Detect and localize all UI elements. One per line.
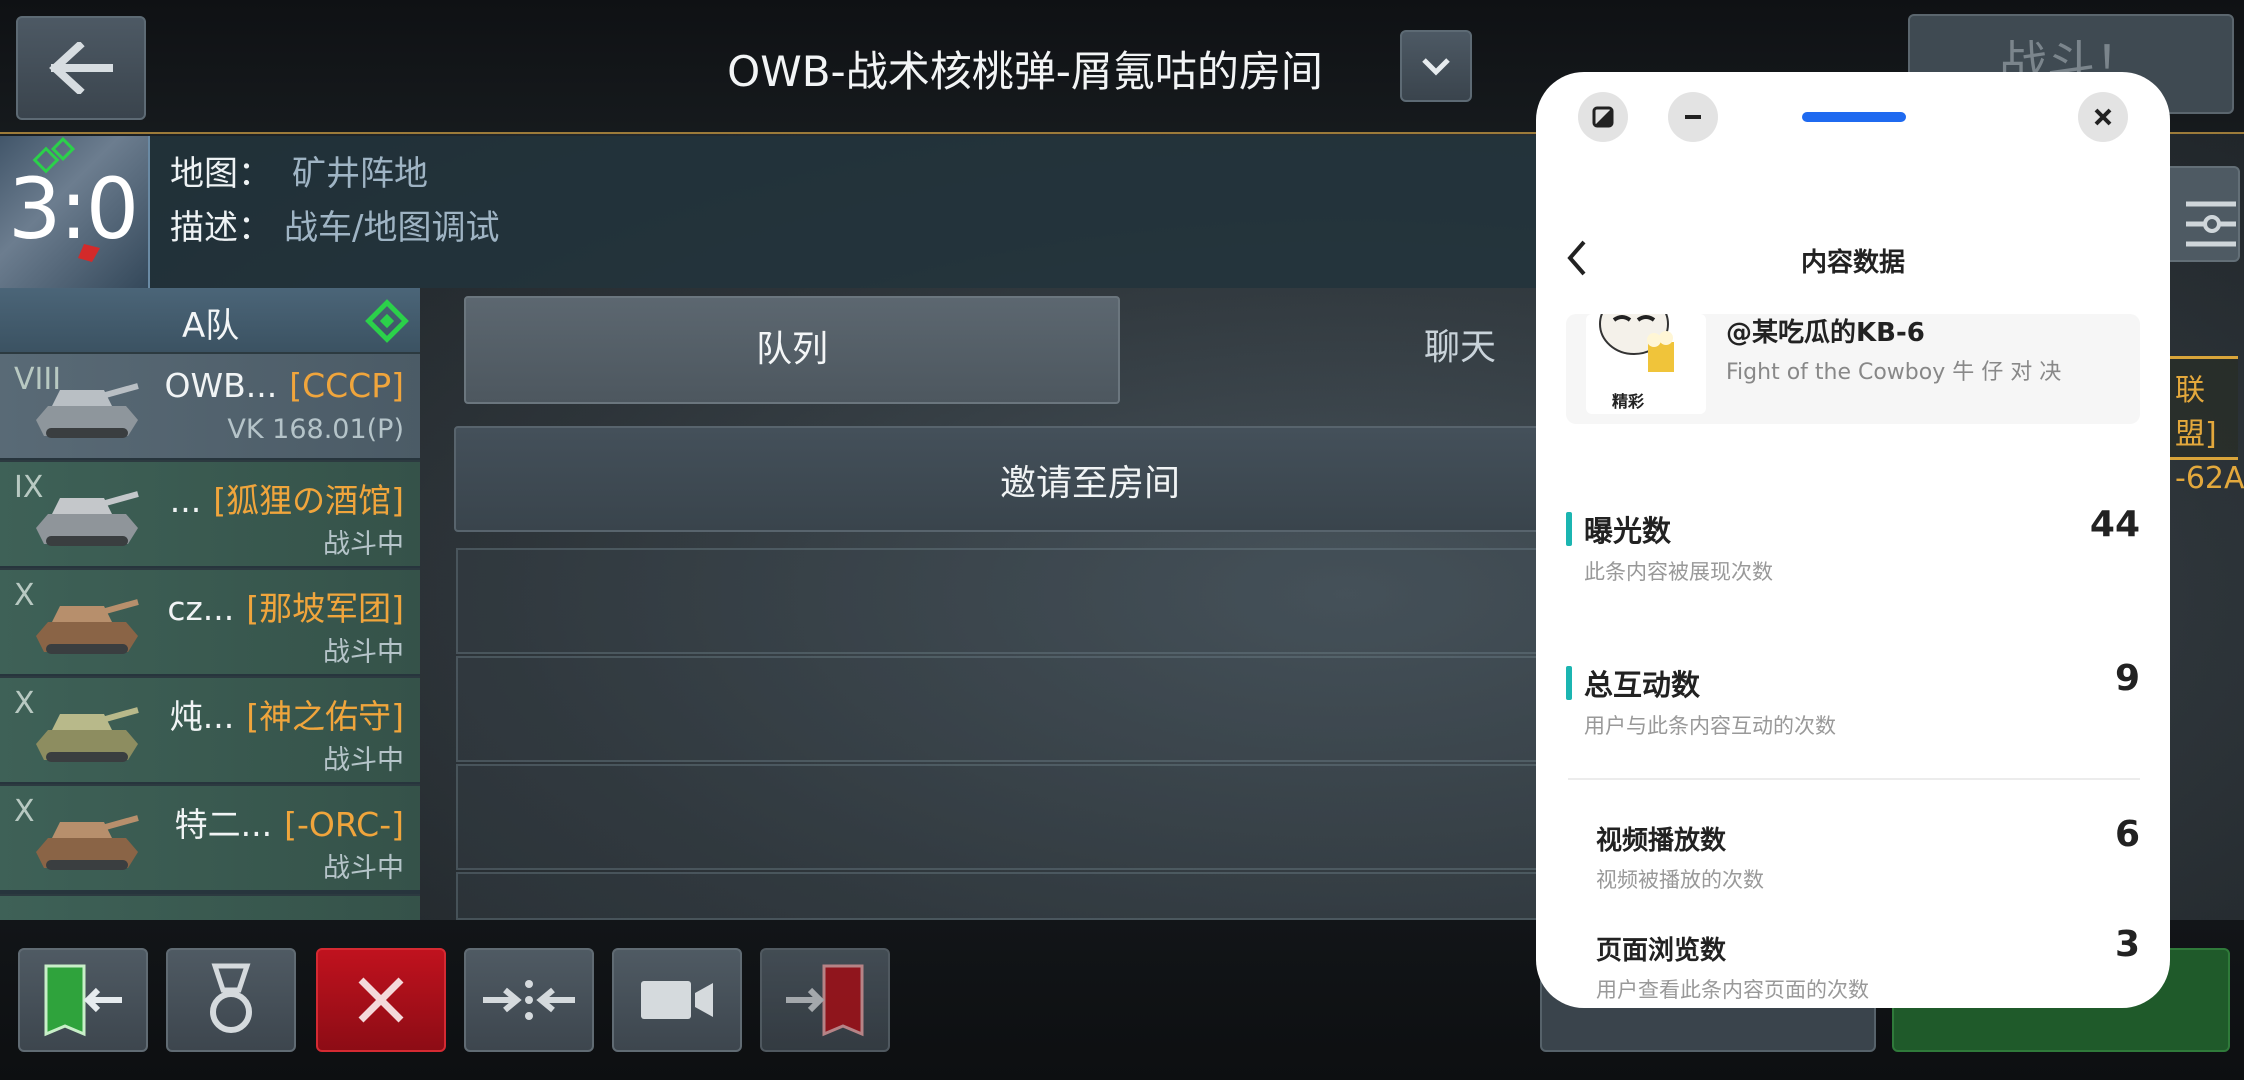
empty-slot — [456, 656, 1564, 762]
metric-value-page-views: 3 — [2114, 924, 2140, 965]
tab-queue[interactable]: 队列 — [464, 296, 1120, 404]
metric-desc-video-plays: 视频被播放的次数 — [1596, 868, 1764, 892]
metric-accent — [1566, 666, 1572, 700]
player-row[interactable]: IX... [狐狸の酒馆] 战斗中 — [0, 460, 420, 566]
join-door-icon — [786, 964, 864, 1037]
metric-desc-interactions: 用户与此条内容互动的次数 — [1584, 714, 1836, 738]
player-name: OWB... — [164, 366, 278, 405]
kick-button[interactable] — [316, 948, 446, 1052]
meme-face-image — [1599, 314, 1674, 372]
diamond-icon — [365, 299, 409, 343]
spectate-button[interactable] — [612, 948, 742, 1052]
player-status: 战斗中 — [323, 529, 404, 560]
player-row[interactable]: Xcz... [那坡军团] 战斗中 — [0, 568, 420, 674]
chevron-down-icon — [1422, 58, 1450, 76]
team-name: A队 — [182, 306, 240, 346]
player-name: cz... — [167, 589, 235, 628]
room-title: OWB-战术核桃弹-屑氪咕的房间 — [727, 47, 1323, 96]
player-status: 战斗中 — [323, 853, 404, 884]
close-popup-button[interactable] — [2078, 92, 2128, 142]
metric-desc-impressions: 此条内容被展现次数 — [1584, 560, 1773, 584]
player-row[interactable]: X 特二... [-ORC-] 战斗中 — [0, 784, 420, 890]
tank-image — [36, 707, 139, 762]
player-name-line: ... [狐狸の酒馆] — [170, 474, 404, 522]
enemy-tank: -62A — [2175, 461, 2244, 496]
player-status: VK 168.01(P) — [227, 414, 404, 445]
clan-tag: [CCCP] — [289, 366, 404, 405]
post-author: @某吃瓜的KB-6 — [1726, 318, 1925, 348]
player-status: 战斗中 — [323, 637, 404, 668]
room-menu-dropdown[interactable] — [1400, 30, 1472, 102]
tank-image — [36, 815, 139, 870]
clan-tag: [神之佑守] — [246, 697, 404, 736]
back-arrow-icon — [49, 42, 113, 94]
divider — [1568, 778, 2140, 780]
map-name: 矿井阵地 — [292, 154, 428, 194]
team-score: 3:0 — [8, 160, 139, 258]
minimize-icon — [1685, 115, 1701, 119]
player-name-line: cz... [那坡军团] — [167, 582, 404, 630]
player-name: ... — [169, 481, 202, 520]
enemy-player-flag[interactable]: 联盟] -62A — [2158, 356, 2244, 496]
avatar-caption: 精彩 — [1612, 392, 1645, 411]
description-label: 描述： — [170, 208, 272, 248]
player-name-line: OWB... [CCCP] — [165, 366, 405, 405]
player-name-line: 特二... [-ORC-] — [175, 798, 404, 846]
pip-button[interactable] — [1578, 92, 1628, 142]
post-description: Fight of the Cowboy 牛 仔 对 决 — [1726, 360, 2062, 385]
enemy-clan: 联盟] — [2175, 373, 2217, 452]
metric-value-video-plays: 6 — [2114, 814, 2140, 855]
metric-label-impressions: 曝光数 — [1584, 514, 1672, 548]
map-label: 地图： — [170, 154, 272, 194]
empty-slot — [456, 872, 1564, 920]
player-name-line: 炖... [神之佑守] — [170, 690, 404, 738]
balance-teams-button[interactable] — [464, 948, 594, 1052]
clan-tag: [-ORC-] — [284, 805, 404, 844]
pip-icon — [1592, 106, 1614, 128]
metric-value-interactions: 9 — [2114, 658, 2140, 699]
tab-chat[interactable]: 聊天 — [1380, 296, 1540, 404]
empty-slot — [456, 764, 1564, 870]
drag-handle[interactable] — [1802, 112, 1906, 122]
metric-label-interactions: 总互动数 — [1584, 668, 1701, 702]
close-icon — [2094, 108, 2112, 126]
merge-arrows-icon — [483, 980, 575, 1020]
invite-button-label: 邀请至房间 — [1000, 463, 1181, 504]
player-name: 炖... — [169, 697, 235, 736]
popup-title: 内容数据 — [1800, 248, 1905, 278]
join-team-button[interactable] — [760, 948, 890, 1052]
metric-desc-page-views: 用户查看此条内容页面的次数 — [1596, 978, 1869, 1002]
content-data-popup: 内容数据 精彩 @某吃瓜的KB-6 Fight of the Cowboy 牛 … — [1536, 72, 2170, 1008]
clan-tag: [狐狸の酒馆] — [213, 481, 404, 520]
clan-tag: [那坡军团] — [246, 589, 404, 628]
camera-icon — [641, 981, 713, 1019]
empty-slot — [456, 548, 1564, 654]
back-button[interactable] — [16, 16, 146, 120]
tank-image — [36, 599, 139, 654]
metric-accent — [1566, 512, 1572, 546]
exit-room-button[interactable] — [18, 948, 148, 1052]
player-status: 战斗中 — [323, 745, 404, 776]
tank-image — [36, 383, 139, 438]
metric-value-impressions: 44 — [2089, 504, 2140, 545]
post-thumbnail: 精彩 — [1586, 314, 1706, 414]
tank-image — [36, 491, 139, 546]
metric-label-page-views: 页面浏览数 — [1596, 936, 1727, 966]
medal-icon — [210, 963, 252, 1033]
player-row[interactable]: VIII OWB... [CCCP] VK 168.01(P) — [0, 352, 420, 458]
description-value: 战车/地图调试 — [284, 208, 500, 248]
metric-label-video-plays: 视频播放数 — [1596, 826, 1727, 856]
player-row[interactable]: X 炖... [神之佑守] 战斗中 — [0, 676, 420, 782]
minimize-button[interactable] — [1668, 92, 1718, 142]
exit-door-icon — [44, 964, 122, 1037]
player-name: 特二... — [174, 805, 273, 844]
medal-button[interactable] — [166, 948, 296, 1052]
close-x-icon — [358, 977, 404, 1023]
